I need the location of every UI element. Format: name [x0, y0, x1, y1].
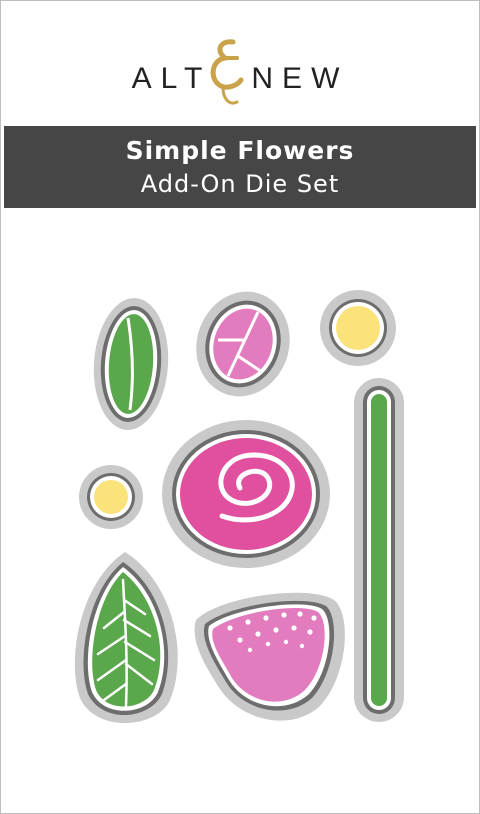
die-set-illustration: [74, 290, 404, 724]
leaf-veined-die: [74, 552, 178, 724]
petal-die: [196, 291, 290, 397]
rose-die: [162, 420, 330, 568]
dot-small-die: [79, 465, 143, 529]
stem-die: [354, 378, 404, 722]
bud-dotted-die: [194, 592, 345, 721]
dot-large-die: [320, 290, 396, 366]
leaf-small-die: [93, 298, 169, 430]
